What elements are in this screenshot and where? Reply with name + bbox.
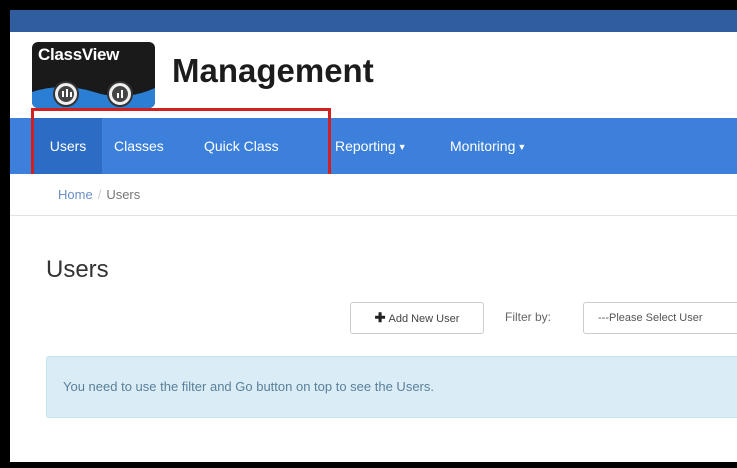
nav-item-reporting[interactable]: Reporting ▼	[335, 118, 407, 174]
breadcrumb-home-link[interactable]: Home	[58, 187, 93, 202]
nav-item-classes[interactable]: Classes	[114, 118, 164, 174]
alert-message: You need to use the filter and Go button…	[63, 379, 434, 394]
nav-item-label: Classes	[114, 138, 164, 154]
nav-item-label: Monitoring	[450, 138, 516, 154]
classview-logo[interactable]: ClassView	[32, 42, 155, 108]
nav-item-users[interactable]: Users	[34, 118, 102, 174]
browser-frame: ClassView Management Users Classes Quick…	[10, 10, 737, 462]
breadcrumb-separator: /	[97, 187, 102, 202]
add-new-user-button[interactable]: ✚ Add New User	[350, 302, 484, 334]
app-title: Management	[172, 52, 374, 89]
breadcrumb-bar: Home / Users	[10, 174, 737, 216]
user-filter-select[interactable]: ---Please Select User	[583, 302, 737, 334]
caret-down-icon: ▼	[517, 142, 527, 153]
app-header: ClassView Management	[10, 32, 737, 118]
top-bar	[10, 10, 737, 32]
add-button-label: Add New User	[388, 313, 460, 325]
breadcrumb-current: Users	[106, 187, 141, 202]
nav-item-monitoring[interactable]: Monitoring ▼	[450, 118, 526, 174]
breadcrumb: Home / Users	[58, 187, 140, 202]
nav-item-label: Users	[49, 138, 87, 154]
select-value: ---Please Select User	[598, 312, 703, 324]
plus-icon: ✚	[374, 310, 386, 325]
nav-item-label: Reporting	[335, 138, 396, 154]
logo-text: ClassView	[38, 45, 120, 64]
caret-down-icon: ▼	[397, 142, 407, 153]
logo-icon	[32, 81, 155, 108]
filter-label: Filter by:	[505, 310, 552, 324]
nav-item-quick-class[interactable]: Quick Class	[204, 118, 279, 174]
page-title: Users	[46, 256, 109, 283]
main-navbar: Users Classes Quick Class Reporting ▼ Mon…	[10, 118, 737, 174]
info-alert: You need to use the filter and Go button…	[46, 356, 737, 418]
nav-item-label: Quick Class	[204, 138, 279, 154]
